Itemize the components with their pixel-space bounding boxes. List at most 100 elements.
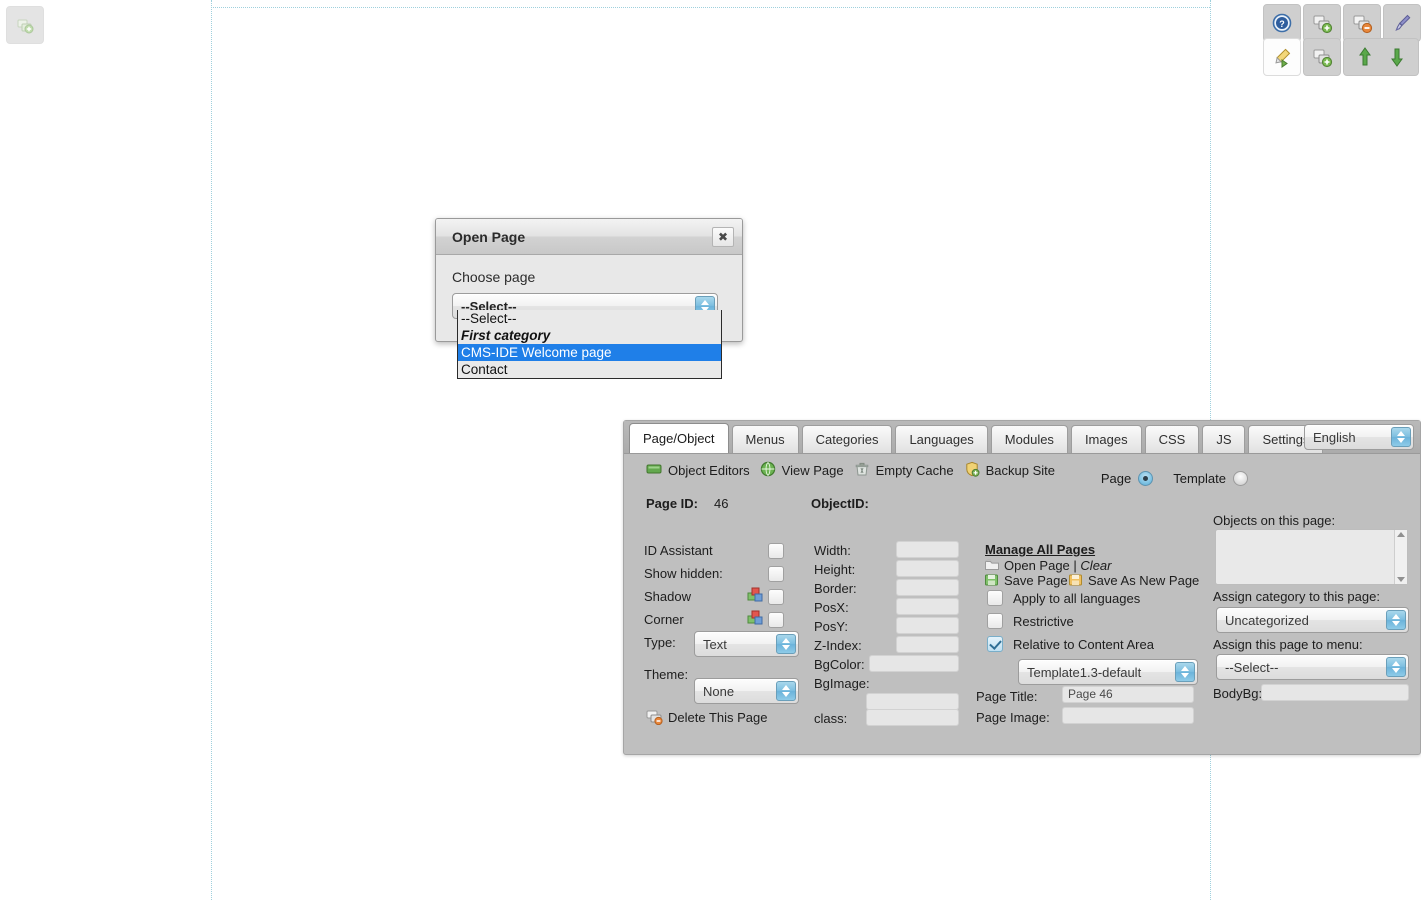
list-item[interactable]: --Select-- [458, 310, 721, 327]
assign-category-select[interactable]: Uncategorized [1216, 607, 1409, 633]
bgimage-input[interactable] [866, 693, 959, 710]
type-select[interactable]: Text [694, 631, 799, 657]
corner-checkbox[interactable] [768, 612, 784, 628]
border-label: Border: [814, 581, 857, 596]
open-page-icon[interactable] [984, 557, 1000, 574]
add-object-button[interactable] [1303, 4, 1341, 42]
move-buttons-group[interactable] [1343, 38, 1419, 76]
language-select[interactable]: English [1304, 424, 1414, 450]
scroll-down-icon[interactable] [1397, 577, 1405, 582]
posy-input[interactable] [896, 617, 959, 634]
page-radio-label: Page [1101, 471, 1131, 486]
clear-link[interactable]: Clear [1080, 558, 1111, 573]
object-add-button[interactable] [6, 6, 44, 44]
template-select-value: Template1.3-default [1027, 665, 1141, 680]
scroll-up-icon[interactable] [1397, 532, 1405, 537]
tab-menus[interactable]: Menus [732, 425, 799, 453]
objects-on-page-listbox[interactable] [1215, 529, 1408, 585]
assign-category-select-value: Uncategorized [1225, 613, 1309, 628]
manage-all-pages-link[interactable]: Manage All Pages [985, 542, 1095, 557]
close-icon[interactable]: ✖ [712, 227, 734, 247]
bodybg-input[interactable] [1261, 684, 1409, 701]
listbox-scrollbar[interactable] [1394, 530, 1407, 584]
view-page-link[interactable]: View Page [782, 463, 844, 478]
select-stepper-icon[interactable] [776, 634, 796, 654]
select-stepper-icon[interactable] [1386, 657, 1406, 677]
relative-to-content-area-label: Relative to Content Area [1013, 637, 1154, 652]
zindex-label: Z-Index: [814, 638, 862, 653]
add-object-button-2[interactable] [1303, 38, 1341, 76]
class-input[interactable] [866, 709, 959, 726]
guide-left [211, 0, 212, 900]
save-page-icon[interactable] [984, 573, 1000, 590]
edit-button[interactable] [1263, 38, 1301, 76]
list-item[interactable]: CMS-IDE Welcome page [458, 344, 721, 361]
list-item[interactable]: Contact [458, 361, 721, 378]
width-input[interactable] [896, 541, 959, 558]
object-id-label: ObjectID: [811, 496, 869, 511]
page-title-input[interactable]: Page 46 [1062, 686, 1194, 703]
select-stepper-icon[interactable] [1175, 662, 1195, 682]
help-button[interactable]: ? [1263, 4, 1301, 42]
tab-css[interactable]: CSS [1145, 425, 1200, 453]
tab-page-object[interactable]: Page/Object [629, 423, 729, 453]
posx-input[interactable] [896, 598, 959, 615]
tab-images[interactable]: Images [1071, 425, 1142, 453]
open-page-link[interactable]: Open Page [1004, 558, 1070, 573]
cache-icon [854, 461, 870, 480]
choose-page-dropdown-list[interactable]: --Select-- First category CMS-IDE Welcom… [457, 310, 722, 379]
template-select[interactable]: Template1.3-default [1018, 659, 1198, 685]
save-as-new-page-icon[interactable] [1068, 573, 1084, 590]
apply-all-languages-checkbox[interactable] [987, 590, 1003, 606]
zindex-input[interactable] [896, 636, 959, 653]
border-input[interactable] [896, 579, 959, 596]
restrictive-checkbox[interactable] [987, 613, 1003, 629]
relative-to-content-area-checkbox[interactable] [987, 636, 1003, 652]
assign-category-label: Assign category to this page: [1213, 589, 1380, 604]
help-icon: ? [1271, 12, 1293, 34]
height-input[interactable] [896, 560, 959, 577]
save-as-new-page-link[interactable]: Save As New Page [1088, 573, 1199, 588]
color-picker-icon[interactable] [747, 587, 764, 607]
page-id-label: Page ID: [646, 496, 698, 511]
shadow-checkbox[interactable] [768, 589, 784, 605]
template-radio-label: Template [1173, 471, 1226, 486]
bgcolor-input[interactable] [869, 655, 959, 672]
backup-site-link[interactable]: Backup Site [986, 463, 1055, 478]
page-template-mode: Page Template [1101, 471, 1248, 486]
remove-object-button[interactable] [1343, 4, 1381, 42]
list-item[interactable]: First category [458, 327, 721, 344]
id-assistant-checkbox[interactable] [768, 543, 784, 559]
svg-text:?: ? [1279, 19, 1285, 29]
color-picker-icon[interactable] [747, 610, 764, 630]
show-hidden-checkbox[interactable] [768, 566, 784, 582]
dialog-titlebar[interactable]: Open Page ✖ [436, 219, 742, 255]
cms-admin-panel: Page/Object Menus Categories Languages M… [623, 420, 1421, 755]
select-stepper-icon[interactable] [1391, 427, 1411, 447]
select-stepper-icon[interactable] [776, 681, 796, 701]
action-links-row: Object Editors View Page Empty Cache [646, 461, 1055, 480]
move-up-arrow-icon[interactable] [1357, 46, 1373, 68]
empty-cache-link[interactable]: Empty Cache [876, 463, 954, 478]
delete-this-page-link[interactable]: Delete This Page [668, 710, 768, 725]
page-title-label: Page Title: [976, 689, 1037, 704]
tab-modules[interactable]: Modules [991, 425, 1068, 453]
template-radio[interactable] [1233, 471, 1248, 486]
tab-languages[interactable]: Languages [895, 425, 987, 453]
theme-select[interactable]: None [694, 678, 799, 704]
object-editors-link[interactable]: Object Editors [668, 463, 750, 478]
move-down-arrow-icon[interactable] [1389, 46, 1405, 68]
save-page-link[interactable]: Save Page [1004, 573, 1068, 588]
assign-menu-select[interactable]: --Select-- [1216, 654, 1409, 680]
tab-categories[interactable]: Categories [802, 425, 893, 453]
paintbrush-button[interactable] [1383, 4, 1421, 42]
page-radio[interactable] [1138, 471, 1153, 486]
page-image-input[interactable] [1062, 707, 1194, 724]
tab-js[interactable]: JS [1202, 425, 1245, 453]
add-object-icon [15, 15, 35, 35]
delete-page-icon[interactable] [646, 709, 663, 728]
edit-pencil-icon [1271, 46, 1293, 68]
theme-select-value: None [703, 684, 734, 699]
select-stepper-icon[interactable] [1386, 610, 1406, 630]
guide-top [211, 7, 1210, 8]
